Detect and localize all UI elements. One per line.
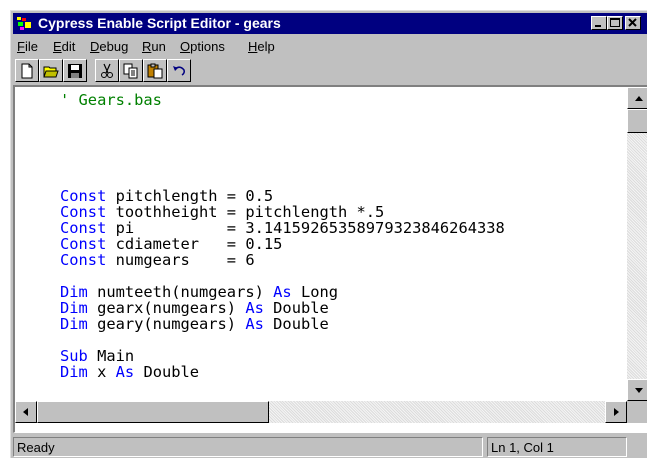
minimize-button[interactable] [591,16,607,30]
minimize-icon [595,25,601,27]
close-button[interactable] [625,16,641,30]
menu-bar: File Edit Debug Run Options Help [13,36,647,56]
code-line: ' Gears.bas [60,91,162,109]
menu-help[interactable]: Help [248,39,275,54]
arrow-down-icon [635,388,643,393]
app-icon [17,17,31,30]
status-bar: Ready Ln 1, Col 1 [13,437,647,457]
code-area[interactable]: ' Gears.bas Const pitchlength = 0.5 Cons… [15,87,627,401]
paste-button[interactable] [143,59,167,82]
code-line: Const pi = 3.14159265358979323846264338 [60,219,505,237]
save-button[interactable] [63,59,87,82]
undo-icon [173,66,185,76]
code-editor[interactable]: ' Gears.bas Const pitchlength = 0.5 Cons… [13,85,647,433]
menu-options[interactable]: Options [180,39,225,54]
scroll-left-button[interactable] [15,401,37,423]
toolbar [13,57,647,83]
maximize-icon [610,18,620,27]
code-line: Dim geary(numgears) As Double [60,315,329,333]
scrollbar-corner [627,401,647,423]
copy-icon [123,63,138,79]
vertical-scrollbar[interactable] [627,87,647,401]
menu-file[interactable]: File [17,39,38,54]
close-icon [628,18,637,27]
horizontal-scrollbar[interactable] [15,401,627,423]
arrow-up-icon [635,96,643,101]
code-line: Const cdiameter = 0.15 [60,235,283,253]
scroll-down-button[interactable] [627,379,647,401]
menu-run[interactable]: Run [142,39,166,54]
arrow-right-icon [614,408,619,416]
open-folder-icon [43,66,59,78]
cut-icon [101,63,113,78]
window-title: Cypress Enable Script Editor - gears [38,15,281,31]
code-line: Const numgears = 6 [60,251,255,269]
code-line: Const pitchlength = 0.5 [60,187,274,205]
status-message: Ready [13,437,483,457]
code-line: Const toothheight = pitchlength *.5 [60,203,385,221]
maximize-button[interactable] [607,16,623,30]
horizontal-scroll-thumb[interactable] [37,401,269,423]
code-line: Sub Main [60,347,135,365]
cut-button[interactable] [95,59,119,82]
menu-edit[interactable]: Edit [53,39,75,54]
new-button[interactable] [15,59,39,82]
undo-button[interactable] [167,59,191,82]
vertical-scroll-thumb[interactable] [627,109,647,133]
menu-debug[interactable]: Debug [90,39,128,54]
open-button[interactable] [39,59,63,82]
title-bar[interactable]: Cypress Enable Script Editor - gears [13,13,647,34]
scroll-right-button[interactable] [605,401,627,423]
scroll-up-button[interactable] [627,87,647,109]
editor-window: Cypress Enable Script Editor - gears Fil… [10,10,647,458]
arrow-left-icon [23,408,28,416]
copy-button[interactable] [119,59,143,82]
new-file-icon [21,63,33,79]
code-line: Dim x As Double [60,363,200,381]
code-line: Dim gearx(numgears) As Double [60,299,329,317]
save-icon [68,64,82,78]
paste-icon [147,63,163,79]
code-line: Dim numteeth(numgears) As Long [60,283,339,301]
cursor-position: Ln 1, Col 1 [487,437,627,457]
